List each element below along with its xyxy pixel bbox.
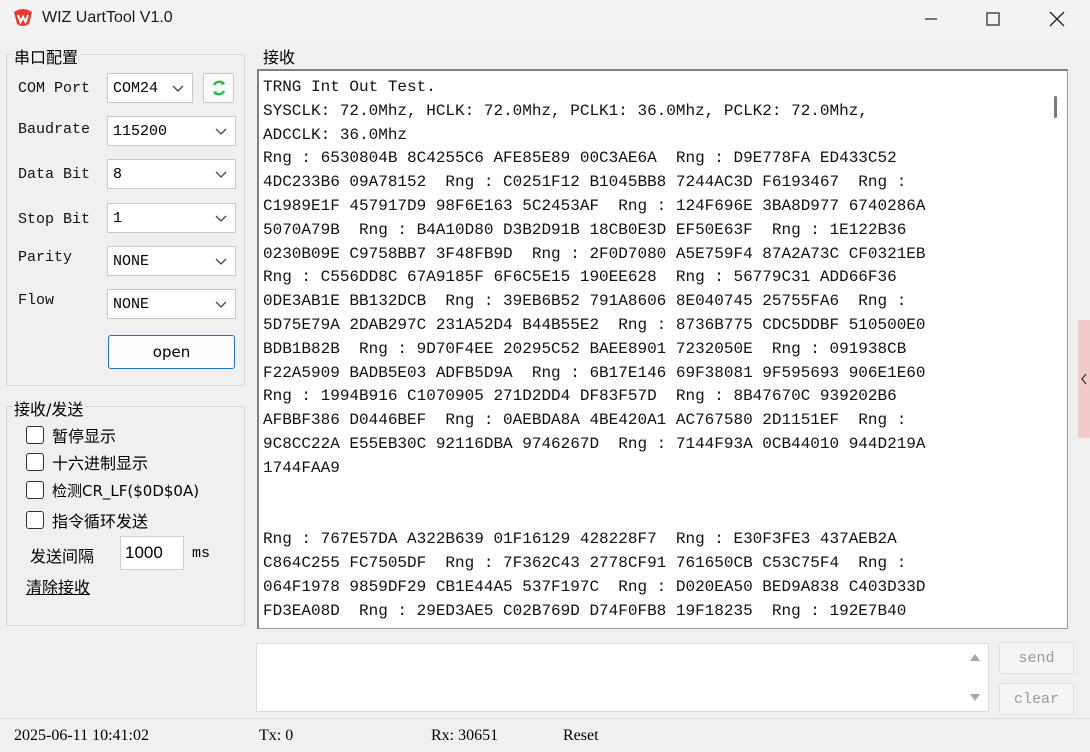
clear-send-button[interactable]: clear bbox=[999, 683, 1074, 715]
receive-line: C1989E1F 457917D9 98F6E163 5C2453AF Rng … bbox=[263, 196, 926, 215]
checkbox-icon bbox=[26, 511, 44, 529]
receive-title: 接收 bbox=[263, 48, 296, 67]
chevron-down-icon bbox=[215, 301, 227, 308]
maximize-icon bbox=[986, 12, 1000, 26]
receive-scrollbar-thumb[interactable] bbox=[1054, 96, 1057, 118]
com-port-label: COM Port bbox=[18, 80, 91, 97]
status-reset[interactable]: Reset bbox=[563, 727, 599, 745]
receive-line: BDB1B82B Rng : 9D70F4EE 20295C52 BAEE890… bbox=[263, 339, 907, 358]
receive-line: 0DE3AB1E BB132DCB Rng : 39EB6B52 791A860… bbox=[263, 292, 907, 311]
receive-line: 0230B09E C9758BB7 3F48FB9D Rng : 2F0D708… bbox=[263, 244, 926, 263]
flow-label: Flow bbox=[18, 292, 55, 309]
com-port-value: COM24 bbox=[113, 80, 159, 97]
minimize-button[interactable] bbox=[900, 0, 962, 38]
checkbox-icon bbox=[26, 481, 44, 499]
receive-line: FD3EA08D Rng : 29ED3AE5 C02B769D D74F0FB… bbox=[263, 601, 907, 620]
hex-display-label: 十六进制显示 bbox=[52, 454, 149, 473]
data-bit-label: Data Bit bbox=[18, 166, 91, 183]
checkbox-icon bbox=[26, 453, 44, 471]
scroll-down-icon[interactable] bbox=[968, 692, 982, 704]
baudrate-label: Baudrate bbox=[18, 121, 91, 138]
minimize-icon bbox=[925, 18, 937, 20]
chevron-down-icon bbox=[215, 258, 227, 265]
side-panel-handle[interactable] bbox=[1078, 320, 1090, 438]
open-button[interactable]: open bbox=[108, 335, 235, 369]
receive-line: ADCCLK: 36.0Mhz bbox=[263, 125, 408, 144]
send-interval-unit: ms bbox=[192, 545, 211, 562]
app-logo-icon bbox=[14, 9, 32, 26]
clear-receive-link[interactable]: 清除接收 bbox=[26, 574, 90, 598]
receive-line bbox=[263, 504, 1043, 528]
receive-line: 1744FAA9 bbox=[263, 458, 340, 477]
receive-line: 4DC233B6 09A78152 Rng : C0251F12 B1045BB… bbox=[263, 173, 907, 192]
close-icon bbox=[1049, 11, 1065, 27]
send-button[interactable]: send bbox=[999, 642, 1074, 674]
receive-line: 9C8CC22A E55EB30C 92116DBA 9746267D Rng … bbox=[263, 434, 926, 453]
checkbox-icon bbox=[26, 426, 44, 444]
parity-select[interactable]: NONE bbox=[107, 246, 236, 276]
status-bar bbox=[0, 718, 1090, 752]
chevron-down-icon bbox=[215, 215, 227, 222]
refresh-button[interactable] bbox=[203, 73, 234, 103]
status-datetime: 2025-06-11 10:41:02 bbox=[14, 727, 149, 744]
stop-bit-label: Stop Bit bbox=[18, 211, 91, 228]
scroll-up-icon[interactable] bbox=[968, 651, 982, 663]
pause-display-label: 暂停显示 bbox=[52, 427, 117, 446]
parity-label: Parity bbox=[18, 249, 73, 266]
refresh-icon bbox=[212, 80, 225, 96]
receive-line: F22A5909 BADB5E03 ADFB5D9A Rng : 6B17E14… bbox=[263, 363, 926, 382]
detect-crlf-label: 检测CR_LF($0D$0A) bbox=[52, 481, 200, 500]
stop-bit-select[interactable]: 1 bbox=[107, 203, 236, 233]
receive-line: Rng : 767E57DA A322B639 01F16129 428228F… bbox=[263, 530, 897, 549]
receive-textarea[interactable]: TRNG Int Out Test. SYSCLK: 72.0Mhz, HCLK:… bbox=[257, 69, 1068, 629]
window-title: WIZ UartTool V1.0 bbox=[42, 9, 173, 26]
baudrate-select[interactable]: 115200 bbox=[107, 116, 236, 146]
rxtx-title: 接收/发送 bbox=[12, 396, 86, 420]
close-button[interactable] bbox=[1026, 0, 1088, 38]
receive-line: Rng : 1994B916 C1070905 271D2DD4 DF83F57… bbox=[263, 387, 897, 406]
loop-send-label: 指令循环发送 bbox=[52, 512, 149, 531]
hex-display-checkbox[interactable]: 十六进制显示 bbox=[26, 451, 148, 473]
data-bit-value: 8 bbox=[113, 166, 123, 183]
maximize-button[interactable] bbox=[962, 0, 1024, 38]
receive-line: SYSCLK: 72.0Mhz, HCLK: 72.0Mhz, PCLK1: 3… bbox=[263, 101, 868, 120]
receive-line bbox=[263, 481, 1043, 505]
loop-send-checkbox[interactable]: 指令循环发送 bbox=[26, 509, 148, 531]
receive-line: TRNG Int Out Test. bbox=[263, 78, 436, 96]
serial-config-title: 串口配置 bbox=[12, 44, 81, 68]
detect-crlf-checkbox[interactable]: 检测CR_LF($0D$0A) bbox=[26, 479, 199, 501]
receive-line: Rng : 6530804B 8C4255C6 AFE85E89 00C3AE6… bbox=[263, 149, 897, 168]
receive-line: C864C255 FC7505DF Rng : 7F362C43 2778CF9… bbox=[263, 553, 907, 572]
receive-line: Rng : C556DD8C 67A9185F 6F6C5E15 190EE62… bbox=[263, 268, 897, 287]
send-interval-input[interactable]: 1000 bbox=[120, 536, 184, 570]
com-port-select[interactable]: COM24 bbox=[107, 73, 193, 103]
send-interval-label: 发送间隔 bbox=[30, 547, 95, 566]
status-rx: Rx: 30651 bbox=[431, 727, 499, 744]
title-bar: WIZ UartTool V1.0 bbox=[0, 0, 1090, 38]
chevron-down-icon bbox=[172, 85, 184, 92]
chevron-down-icon bbox=[215, 128, 227, 135]
status-tx: Tx: 0 bbox=[259, 727, 294, 744]
chevron-down-icon bbox=[215, 171, 227, 178]
baudrate-value: 115200 bbox=[113, 123, 168, 140]
send-textarea[interactable] bbox=[256, 643, 989, 712]
receive-line: 5D75E79A 2DAB297C 231A52D4 B44B55E2 Rng … bbox=[263, 315, 926, 334]
parity-value: NONE bbox=[113, 253, 150, 270]
data-bit-select[interactable]: 8 bbox=[107, 159, 236, 189]
receive-content: TRNG Int Out Test. SYSCLK: 72.0Mhz, HCLK:… bbox=[263, 76, 1043, 623]
flow-select[interactable]: NONE bbox=[107, 289, 236, 319]
stop-bit-value: 1 bbox=[113, 210, 123, 227]
receive-line: AFBBF386 D0446BEF Rng : 0AEBDA8A 4BE420A… bbox=[263, 411, 907, 430]
receive-line: 5070A79B Rng : B4A10D80 D3B2D91B 18CB0E3… bbox=[263, 220, 907, 239]
chevron-left-icon bbox=[1081, 373, 1087, 385]
flow-value: NONE bbox=[113, 296, 150, 313]
pause-display-checkbox[interactable]: 暂停显示 bbox=[26, 424, 116, 446]
receive-line: 064F1978 9859DF29 CB1E44A5 537F197C Rng … bbox=[263, 577, 926, 596]
